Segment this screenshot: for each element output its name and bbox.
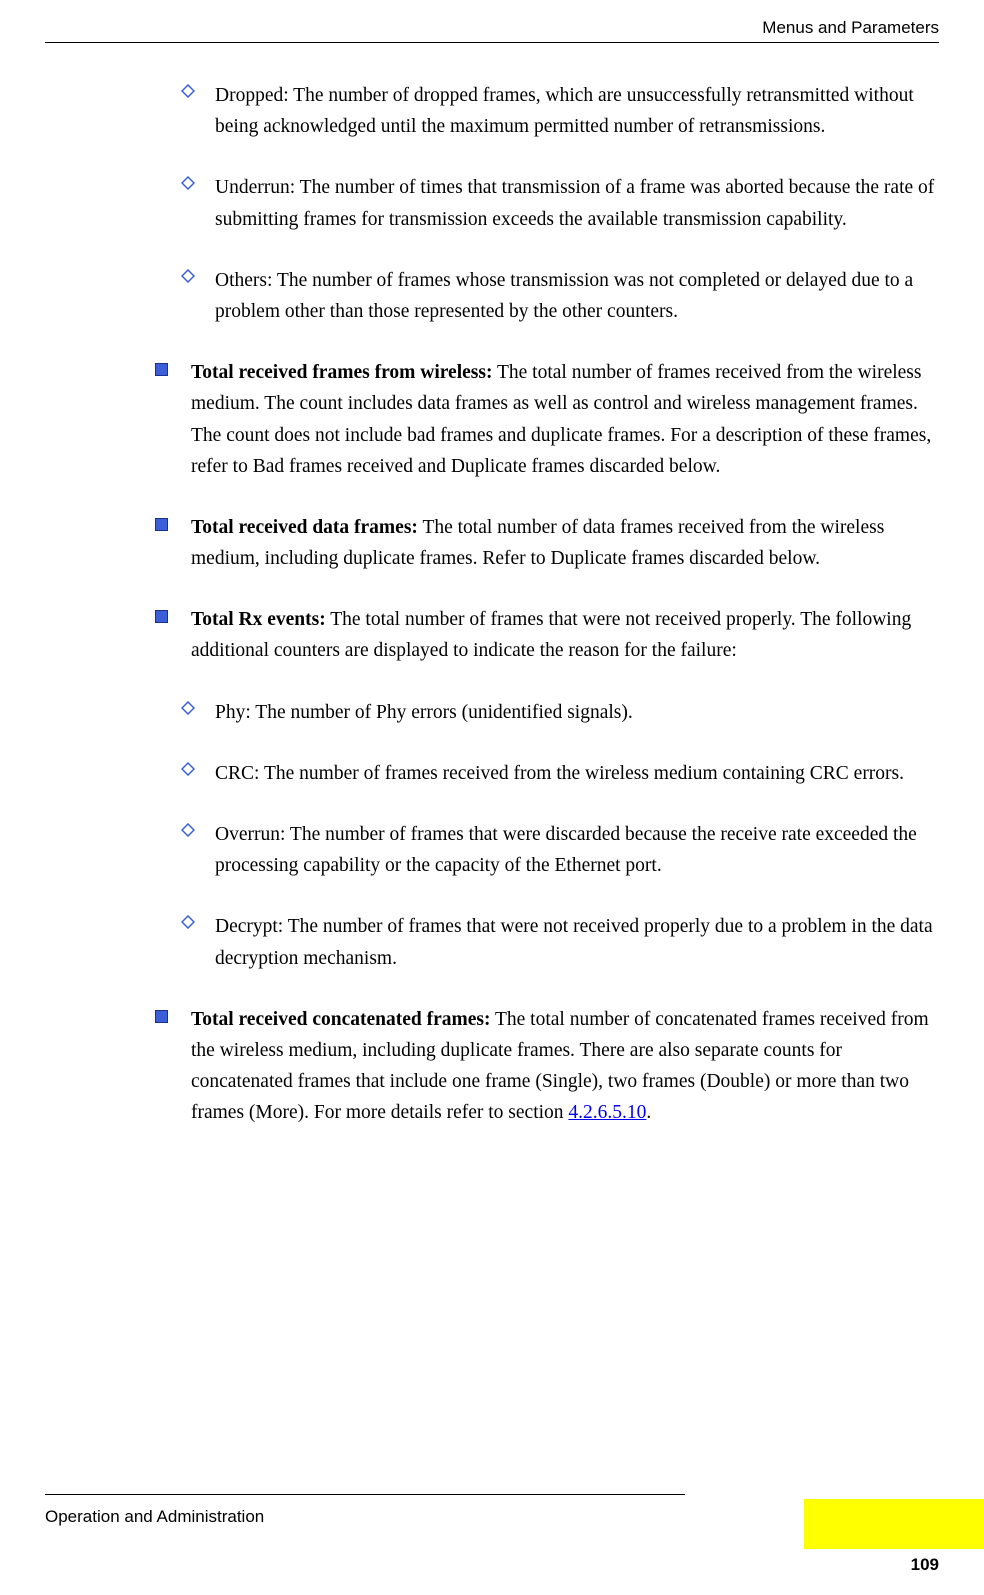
item-label: Total received concatenated frames:	[191, 1009, 490, 1030]
list-item: Dropped: The number of dropped frames, w…	[155, 80, 939, 142]
square-bullet-icon	[155, 1010, 168, 1023]
list-item-text: CRC: The number of frames received from …	[215, 758, 939, 789]
list-item-text: Total Rx events: The total number of fra…	[191, 604, 939, 666]
footer-left-text: Operation and Administration	[45, 1507, 264, 1527]
header-section-title: Menus and Parameters	[762, 18, 939, 38]
list-item: Underrun: The number of times that trans…	[155, 172, 939, 234]
square-bullet-icon	[155, 610, 168, 623]
section-link[interactable]: 4.2.6.5.10	[568, 1102, 646, 1123]
list-item: Decrypt: The number of frames that were …	[155, 911, 939, 973]
diamond-bullet-icon	[181, 701, 195, 715]
list-item: Total received frames from wireless: The…	[155, 357, 939, 482]
diamond-bullet-icon	[181, 823, 195, 837]
footer-divider	[45, 1494, 685, 1495]
list-item: Phy: The number of Phy errors (unidentif…	[155, 697, 939, 728]
diamond-bullet-icon	[181, 762, 195, 776]
diamond-bullet-icon	[181, 269, 195, 283]
list-item-text: Dropped: The number of dropped frames, w…	[215, 80, 939, 142]
item-label: Total received frames from wireless:	[191, 362, 492, 383]
list-item-text: Phy: The number of Phy errors (unidentif…	[215, 697, 939, 728]
list-item-text: Overrun: The number of frames that were …	[215, 819, 939, 881]
item-label: Total received data frames:	[191, 517, 418, 538]
diamond-bullet-icon	[181, 176, 195, 190]
list-item-text: Total received data frames: The total nu…	[191, 512, 939, 574]
list-item: CRC: The number of frames received from …	[155, 758, 939, 789]
item-label: Total Rx events:	[191, 609, 326, 630]
item-body-post: .	[646, 1102, 651, 1123]
square-bullet-icon	[155, 363, 168, 376]
main-content: Dropped: The number of dropped frames, w…	[155, 80, 939, 1159]
list-item-text: Total received frames from wireless: The…	[191, 357, 939, 482]
square-bullet-icon	[155, 518, 168, 531]
list-item-text: Total received concatenated frames: The …	[191, 1004, 939, 1129]
header-divider	[45, 42, 939, 43]
diamond-bullet-icon	[181, 915, 195, 929]
diamond-bullet-icon	[181, 84, 195, 98]
list-item: Total Rx events: The total number of fra…	[155, 604, 939, 666]
list-item: Others: The number of frames whose trans…	[155, 265, 939, 327]
list-item: Total received data frames: The total nu…	[155, 512, 939, 574]
list-item-text: Decrypt: The number of frames that were …	[215, 911, 939, 973]
list-item-text: Underrun: The number of times that trans…	[215, 172, 939, 234]
page-number: 109	[911, 1555, 939, 1575]
list-item: Overrun: The number of frames that were …	[155, 819, 939, 881]
list-item: Total received concatenated frames: The …	[155, 1004, 939, 1129]
yellow-highlight-bar	[804, 1499, 984, 1549]
list-item-text: Others: The number of frames whose trans…	[215, 265, 939, 327]
